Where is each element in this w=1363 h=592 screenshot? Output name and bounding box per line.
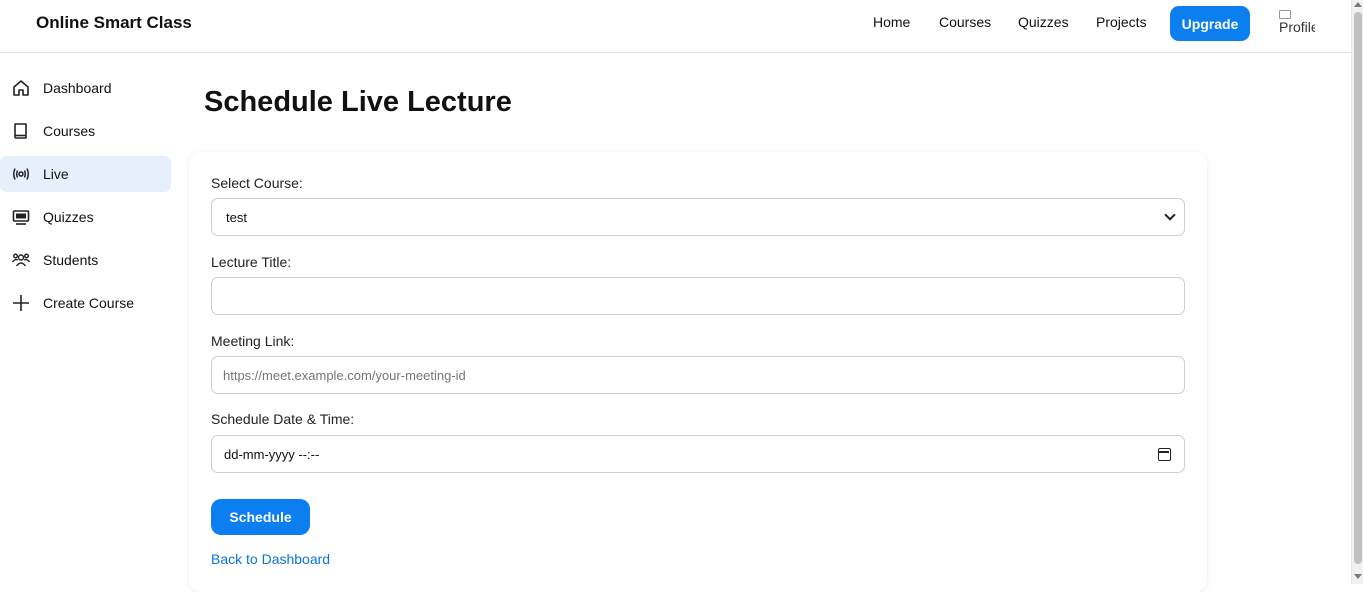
sidebar-item-label: Courses (43, 123, 96, 139)
course-select-value: test (226, 210, 247, 225)
sidebar-item-label: Create Course (43, 295, 135, 311)
top-navbar: Online Smart Class Home Courses Quizzes … (0, 0, 1351, 53)
datetime-label: Schedule Date & Time: (211, 411, 355, 427)
datetime-input[interactable]: dd-mm-yyyy --:-- (211, 435, 1185, 473)
chevron-down-icon (1164, 209, 1176, 221)
page-title: Schedule Live Lecture (204, 86, 512, 118)
meeting-link-label: Meeting Link: (211, 333, 295, 349)
scroll-down-arrow-icon[interactable] (1354, 574, 1362, 579)
upgrade-button[interactable]: Upgrade (1170, 6, 1250, 41)
sidebar-item-label: Quizzes (43, 209, 94, 225)
sidebar-item-students[interactable]: Students (0, 242, 171, 278)
meeting-link-placeholder: https://meet.example.com/your-meeting-id (223, 368, 466, 383)
calendar-icon[interactable] (1158, 448, 1171, 461)
datetime-value: dd-mm-yyyy --:-- (224, 447, 320, 462)
nav-home-link[interactable]: Home (873, 14, 910, 30)
nav-courses-link[interactable]: Courses (939, 14, 991, 30)
book-icon (14, 123, 27, 139)
profile-avatar[interactable]: Profile (1279, 6, 1315, 36)
sidebar-item-quizzes[interactable]: Quizzes (0, 199, 171, 235)
schedule-button[interactable]: Schedule (211, 499, 310, 535)
sidebar-item-live[interactable]: Live (0, 156, 171, 192)
lecture-title-input[interactable] (211, 277, 1185, 315)
sidebar-item-label: Students (43, 252, 99, 268)
sidebar-item-create-course[interactable]: Create Course (0, 285, 171, 321)
home-icon (13, 80, 29, 96)
page-scrollbar[interactable] (1351, 0, 1363, 584)
profile-alt-text: Profile (1279, 19, 1315, 35)
sidebar: Dashboard Courses Live Quizzes Students … (0, 53, 178, 584)
scroll-up-arrow-icon[interactable] (1354, 2, 1362, 7)
course-select-label: Select Course: (211, 175, 303, 191)
users-icon (11, 253, 31, 267)
sidebar-item-courses[interactable]: Courses (0, 113, 171, 149)
broken-image-icon (1279, 10, 1291, 19)
meeting-link-input[interactable]: https://meet.example.com/your-meeting-id (211, 356, 1185, 394)
lecture-title-label: Lecture Title: (211, 254, 292, 270)
brand-logo-text[interactable]: Online Smart Class (36, 13, 192, 33)
sidebar-item-label: Dashboard (43, 80, 112, 96)
course-select[interactable]: test (211, 198, 1185, 236)
nav-projects-link[interactable]: Projects (1096, 14, 1147, 30)
plus-icon (13, 295, 29, 311)
board-icon (12, 210, 30, 225)
nav-quizzes-link[interactable]: Quizzes (1018, 14, 1069, 30)
sidebar-item-dashboard[interactable]: Dashboard (0, 70, 171, 106)
scrollbar-thumb[interactable] (1354, 12, 1362, 564)
broadcast-icon (13, 168, 29, 180)
sidebar-item-label: Live (43, 166, 69, 182)
back-to-dashboard-link[interactable]: Back to Dashboard (211, 551, 330, 567)
